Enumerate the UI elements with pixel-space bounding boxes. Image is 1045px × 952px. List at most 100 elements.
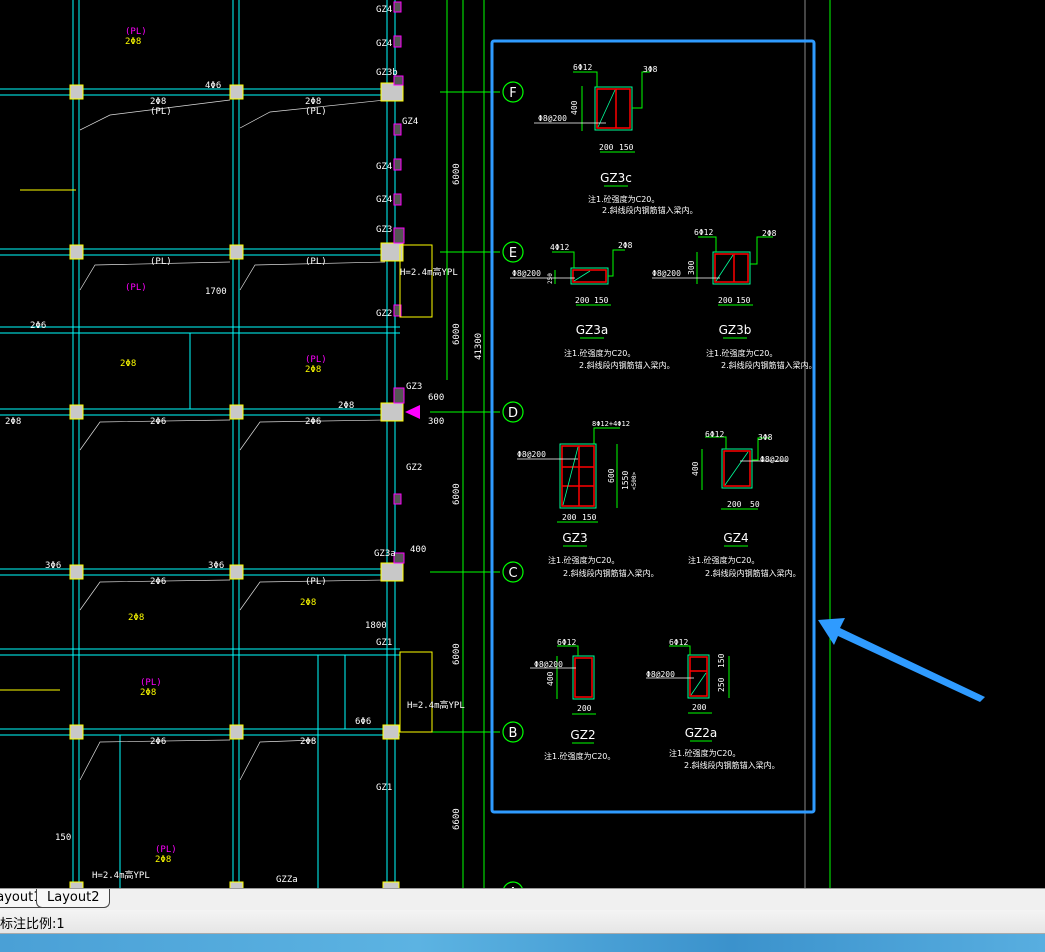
detail-title-gz4: GZ4: [723, 531, 748, 545]
label-gz3a: GZ3a: [374, 549, 396, 559]
detail-note: 2.斜线段内钢筋锚入梁内。: [563, 568, 659, 578]
detail-title-gz3c: GZ3c: [600, 171, 632, 185]
detail-tie: Φ8@200: [512, 269, 541, 278]
dimensions: 6000 6000 6000 6000 6600 41300: [452, 163, 484, 830]
label-gz4: GZ4: [376, 39, 392, 49]
axis-label-d: D: [508, 406, 518, 421]
label-gz4: GZ4: [376, 5, 392, 15]
dim-span: 6000: [452, 643, 462, 665]
detail-note: 注1.砼强度为C20。: [706, 348, 777, 358]
detail-dim: 200: [727, 500, 742, 509]
dim-span: 6000: [452, 323, 462, 345]
detail-dim: 200: [577, 704, 592, 713]
detail-dim: 200: [562, 513, 577, 522]
label-rebar: 2Φ8: [5, 417, 21, 427]
detail-tie: Φ8@200: [760, 455, 789, 464]
label-rebar: 3Φ6: [208, 561, 224, 571]
label-rebar: 2Φ6: [30, 321, 46, 331]
detail-dim: 250: [547, 273, 554, 284]
detail-title-gz2a: GZ2a: [685, 726, 718, 740]
detail-title-gz3: GZ3: [562, 531, 587, 545]
detail-dim: 1550: [621, 471, 630, 490]
detail-bars: 6Φ12: [573, 63, 592, 72]
detail-bars: 4Φ12: [550, 243, 569, 252]
detail-note: 注1.砼强度为C20。: [548, 555, 619, 565]
detail-dim: <500>: [631, 472, 638, 490]
label-rebar: 2Φ8: [155, 855, 171, 865]
drawing-svg[interactable]: GZ4 GZ4 GZ3b GZ4 GZ4 GZ4 GZ3 GZ2 GZ3 GZ2…: [0, 0, 1045, 888]
axis-label-e: E: [509, 246, 517, 261]
label-rebar: 2Φ8: [128, 613, 144, 623]
label-gz4: GZ4: [402, 117, 418, 127]
detail-stirrup: 2Φ8: [762, 229, 777, 238]
label-gz3b: GZ3b: [376, 68, 398, 78]
detail-bars: 6Φ12: [557, 638, 576, 647]
label-pl: (PL): [150, 257, 172, 267]
axis-label-f: F: [509, 86, 516, 101]
detail-dim: 150: [717, 653, 726, 668]
label-rebar: 2Φ8: [305, 97, 321, 107]
detail-tie: Φ8@200: [517, 450, 546, 459]
axis-label-b: B: [509, 726, 518, 741]
detail-dim: 200: [575, 296, 590, 305]
label-rebar: 4Φ6: [205, 81, 221, 91]
detail-note: 注1.砼强度为C20。: [688, 555, 759, 565]
detail-note: 注1.砼强度为C20。: [564, 348, 635, 358]
detail-dim: 400: [570, 100, 579, 115]
label-rebar: 2Φ8: [150, 97, 166, 107]
label-rebar: 2Φ8: [125, 37, 141, 47]
detail-dim: 400: [546, 671, 555, 686]
label-ypl: H=2.4m高YPL: [92, 869, 150, 881]
label-ypl: H=2.4m高YPL: [400, 266, 458, 278]
detail-note: 2.斜线段内钢筋锚入梁内。: [579, 360, 675, 370]
label-rebar: 2Φ6: [150, 737, 166, 747]
plan-beams: [0, 0, 400, 888]
axis-bubbles: [502, 81, 524, 888]
detail-dim: 200: [692, 703, 707, 712]
detail-note: 2.斜线段内钢筋锚入梁内。: [684, 760, 780, 770]
plan-diagonal-lines: [79, 99, 386, 781]
yellow-callout-boxes: [0, 189, 433, 733]
label-pl: (PL): [155, 845, 177, 855]
detail-dim: 300: [687, 260, 696, 275]
detail-stirrup: 2Φ8: [618, 241, 633, 250]
detail-sections: [510, 71, 788, 744]
label-dim: 1700: [205, 287, 227, 297]
label-dim: 300: [428, 417, 444, 427]
label-gz4: GZ4: [376, 195, 392, 205]
status-bar: 标注比例:1: [0, 910, 1045, 934]
detail-tie: Φ8@200: [534, 660, 563, 669]
cad-drawing-canvas[interactable]: GZ4 GZ4 GZ3b GZ4 GZ4 GZ4 GZ3 GZ2 GZ3 GZ2…: [0, 0, 1045, 888]
detail-tie: Φ8@200: [646, 670, 675, 679]
label-pl: (PL): [125, 27, 147, 37]
label-gz2: GZ2: [376, 309, 392, 319]
pointer-arrow-icon: [818, 618, 985, 702]
label-rebar: 2Φ6: [150, 417, 166, 427]
highlight-box: [490, 39, 816, 814]
detail-dim: 200: [599, 143, 614, 152]
label-dim: 150: [55, 833, 71, 843]
label-gz3: GZ3: [406, 382, 422, 392]
detail-note: 2.斜线段内钢筋锚入梁内。: [721, 360, 817, 370]
label-pl: (PL): [150, 107, 172, 117]
plan-labels: GZ4 GZ4 GZ3b GZ4 GZ4 GZ4 GZ3 GZ2 GZ3 GZ2…: [5, 5, 465, 885]
dim-span: 6600: [452, 808, 462, 830]
label-rebar: 3Φ6: [45, 561, 61, 571]
detail-dim: 50: [750, 500, 760, 509]
label-pl: (PL): [140, 678, 162, 688]
label-gz4: GZ4: [376, 162, 392, 172]
plan-magenta-labels: (PL) (PL) (PL) (PL) (PL): [125, 27, 327, 855]
layout-tabs-bar: Layout1 Layout2: [0, 888, 1045, 911]
detail-note: 注1.砼强度为C20。: [544, 751, 615, 761]
label-gz1: GZ1: [376, 783, 392, 793]
label-gz2: GZ2: [406, 463, 422, 473]
axis-label-c: C: [508, 566, 517, 581]
label-rebar: 2Φ8: [120, 359, 136, 369]
dim-span: 6000: [452, 483, 462, 505]
label-rebar: 2Φ6: [150, 577, 166, 587]
tab-layout2[interactable]: Layout2: [36, 889, 111, 908]
detail-dim: 200: [718, 296, 733, 305]
detail-title-gz3a: GZ3a: [576, 323, 609, 337]
label-rebar: 6Φ6: [355, 717, 371, 727]
label-rebar: 2Φ8: [305, 365, 321, 375]
